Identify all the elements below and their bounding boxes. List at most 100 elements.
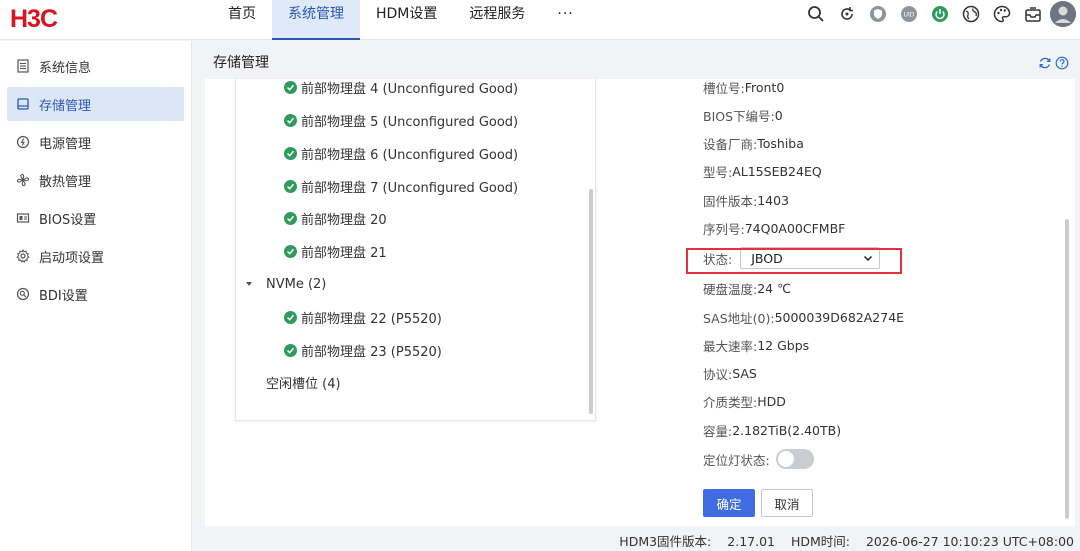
page-actions (1036, 54, 1070, 71)
nav-system-management[interactable]: 系统管理 (272, 0, 360, 40)
detail-value: 74Q0A00CFMBF (744, 220, 846, 236)
tree-disk-20[interactable]: 前部物理盘 20 (284, 208, 387, 228)
check-circle-icon (284, 211, 297, 225)
document-icon (15, 58, 31, 74)
detail-protocol: 协议: SAS (703, 363, 757, 383)
tree-disk-4[interactable]: 前部物理盘 4 (Unconfigured Good) (284, 79, 518, 97)
detail-value: HDD (757, 393, 786, 409)
help-icon[interactable] (1053, 54, 1070, 71)
nav-home[interactable]: 首页 (212, 0, 272, 40)
detail-scrollbar[interactable] (1065, 219, 1069, 519)
firmware-version: HDM3固件版本: 2.17.01 (619, 534, 775, 549)
globe-icon[interactable] (955, 0, 986, 28)
tree-disk-5[interactable]: 前部物理盘 5 (Unconfigured Good) (284, 110, 518, 130)
detail-label: 最大速率: (703, 338, 758, 354)
sidebar-item-cooling[interactable]: 散热管理 (7, 163, 184, 197)
h3c-logo[interactable]: H3C (10, 6, 92, 30)
detail-label: 硬盘温度: (703, 281, 758, 297)
highlight-annotation (686, 248, 902, 274)
cancel-button[interactable]: 取消 (761, 489, 813, 517)
tree-disk-label: 前部物理盘 6 (Unconfigured Good) (301, 147, 519, 163)
detail-bios-number: BIOS下编号: 0 (703, 105, 783, 125)
caret-down-icon[interactable] (244, 279, 254, 289)
tree-scrollbar[interactable] (589, 189, 593, 414)
sidebar-item-boot[interactable]: 启动项设置 (7, 239, 184, 273)
detail-value: Toshiba (757, 135, 804, 151)
power-outline-icon (15, 134, 31, 150)
tree-disk-6[interactable]: 前部物理盘 6 (Unconfigured Good) (284, 143, 518, 163)
refresh-icon[interactable] (1036, 54, 1053, 71)
detail-value: 0 (774, 107, 783, 123)
uid-icon[interactable]: UID (893, 0, 924, 28)
main-nav: 首页 系统管理 HDM设置 远程服务 ··· (212, 0, 590, 40)
page-title: 存储管理 (213, 55, 269, 71)
sidebar-item-bdi[interactable]: BDI设置 (7, 277, 184, 311)
detail-label: 固件版本: (703, 193, 758, 209)
tree-disk-label: 前部物理盘 5 (Unconfigured Good) (301, 114, 519, 130)
tree-group-label: NVMe (2) (266, 276, 327, 292)
tree-disk-label: 前部物理盘 22 (P5520) (301, 311, 442, 327)
nav-more[interactable]: ··· (541, 0, 589, 40)
storage-card: 前部物理盘 4 (Unconfigured Good) 前部物理盘 5 (Unc… (205, 79, 1075, 526)
sidebar-item-storage[interactable]: 存储管理 (7, 87, 184, 121)
detail-value: Front0 (744, 79, 785, 95)
check-circle-icon (284, 244, 297, 258)
refresh-icon[interactable] (831, 0, 862, 28)
detail-sas-address: SAS地址(0): 5000039D682A274E (703, 307, 904, 327)
detail-serial: 序列号: 74Q0A00CFMBF (703, 218, 845, 238)
detail-value: SAS (732, 365, 757, 381)
hdm-time-label: HDM时间: (790, 534, 850, 549)
check-circle-icon (284, 179, 297, 193)
detail-vendor: 设备厂商: Toshiba (703, 133, 804, 153)
detail-label: 定位灯状态: (703, 452, 770, 468)
sidebar-item-label: 散热管理 (39, 174, 92, 190)
detail-firmware: 固件版本: 1403 (703, 190, 789, 210)
check-circle-icon (284, 146, 297, 160)
firmware-version-value: 2.17.01 (727, 534, 775, 549)
sidebar-item-label: BDI设置 (39, 288, 88, 304)
firmware-version-label: HDM3固件版本: (619, 534, 712, 549)
confirm-button[interactable]: 确定 (703, 489, 755, 517)
tree-free-slots[interactable]: 空闲槽位 (4) (266, 372, 341, 392)
nav-hdm-settings[interactable]: HDM设置 (360, 0, 453, 40)
detail-value: 24 ℃ (757, 280, 792, 296)
top-toolbar: UID (800, 0, 1076, 28)
detail-slot: 槽位号: Front0 (703, 77, 784, 97)
storage-icon (15, 96, 31, 112)
tree-group-nvme[interactable]: NVMe (2) (244, 274, 326, 294)
fan-icon (15, 172, 31, 188)
sidebar-item-label: 启动项设置 (39, 250, 105, 266)
tree-group-label: 空闲槽位 (4) (266, 376, 341, 392)
tree-disk-23[interactable]: 前部物理盘 23 (P5520) (284, 340, 442, 360)
logo-text: H3C (10, 6, 58, 30)
locator-led-toggle[interactable] (775, 449, 814, 469)
power-icon[interactable] (924, 0, 955, 28)
shield-icon[interactable] (862, 0, 893, 28)
status-footer: HDM3固件版本: 2.17.01 HDM时间: 2026-06-27 10:1… (619, 531, 1074, 550)
sidebar: 系统信息 存储管理 电源管理 散热管理 BIOS设置 启动项设置 BDI设置 (0, 41, 192, 551)
detail-media-type: 介质类型: HDD (703, 391, 786, 411)
sidebar-item-system-info[interactable]: 系统信息 (7, 49, 184, 83)
nav-remote-service[interactable]: 远程服务 (453, 0, 541, 40)
tree-disk-21[interactable]: 前部物理盘 21 (284, 241, 387, 261)
inbox-icon[interactable] (1017, 0, 1048, 28)
detail-label: BIOS下编号: (703, 108, 775, 124)
check-circle-icon (284, 80, 297, 94)
sidebar-item-label: 电源管理 (39, 136, 92, 152)
detail-value: 12 Gbps (757, 337, 810, 353)
chip-icon (15, 210, 31, 226)
hdm-time-value: 2026-06-27 10:10:23 UTC+08:00 (865, 534, 1074, 549)
sidebar-item-power[interactable]: 电源管理 (7, 125, 184, 159)
detail-model: 型号: AL15SEB24EQ (703, 161, 822, 181)
detail-label: 序列号: (703, 221, 745, 237)
tree-disk-label: 前部物理盘 7 (Unconfigured Good) (301, 180, 519, 196)
tree-disk-7[interactable]: 前部物理盘 7 (Unconfigured Good) (284, 176, 518, 196)
avatar-icon[interactable] (1050, 1, 1076, 27)
tree-disk-22[interactable]: 前部物理盘 22 (P5520) (284, 307, 442, 327)
search-icon[interactable] (800, 0, 831, 28)
detail-label: 协议: (703, 366, 733, 382)
sidebar-item-bios[interactable]: BIOS设置 (7, 201, 184, 235)
palette-icon[interactable] (986, 0, 1017, 28)
detail-locator-led: 定位灯状态: (703, 449, 814, 469)
check-circle-icon (284, 113, 297, 127)
